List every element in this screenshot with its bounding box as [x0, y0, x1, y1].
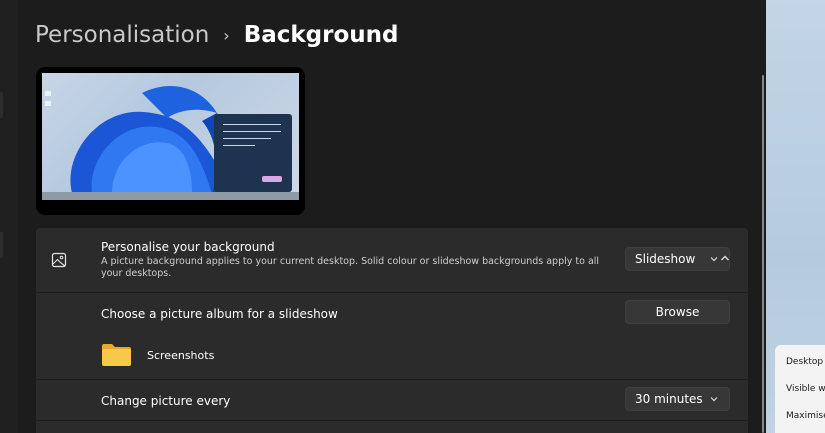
next-setting-card — [36, 421, 748, 433]
breadcrumb: Personalisation › Background — [35, 22, 399, 48]
settings-content: Personalisation › Background Personalise… — [18, 0, 766, 433]
background-description: A picture background applies to your cur… — [101, 256, 600, 279]
sidebar-item-marker[interactable] — [0, 92, 3, 118]
context-menu-item[interactable]: Visible wi — [786, 384, 825, 394]
breadcrumb-parent-link[interactable]: Personalisation — [35, 22, 209, 48]
album-label: Choose a picture album for a slideshow — [101, 307, 338, 321]
change-interval-dropdown[interactable]: 30 minutes — [625, 387, 730, 411]
picture-album-card: Choose a picture album for a slideshow B… — [36, 293, 748, 379]
image-icon — [51, 252, 67, 268]
chevron-down-icon — [710, 397, 718, 402]
change-picture-card: Change picture every 30 minutes — [36, 380, 748, 420]
change-picture-label: Change picture every — [101, 394, 231, 408]
background-title: Personalise your background — [101, 240, 275, 254]
preview-window — [214, 114, 292, 192]
context-menu-item[interactable]: Maximise — [786, 411, 825, 421]
desktop-preview — [36, 67, 305, 215]
album-folder-name[interactable]: Screenshots — [147, 349, 214, 362]
context-menu-item[interactable]: Desktop — [786, 357, 823, 367]
browse-button[interactable]: Browse — [625, 300, 730, 324]
background-type-dropdown[interactable]: Slideshow — [625, 247, 730, 271]
context-menu: Desktop Visible wi Maximise — [775, 345, 825, 433]
sidebar-edge — [0, 0, 18, 433]
preview-accent-button — [262, 176, 282, 182]
chevron-down-icon — [710, 257, 718, 262]
background-type-value: Slideshow — [635, 252, 696, 266]
preview-taskbar — [42, 192, 299, 200]
folder-icon — [102, 344, 131, 366]
page-title: Background — [243, 22, 399, 48]
preview-wallpaper — [42, 73, 299, 200]
breadcrumb-separator: › — [223, 25, 230, 45]
personalise-background-card[interactable]: Personalise your background A picture ba… — [36, 228, 748, 292]
scrollbar[interactable] — [762, 75, 764, 433]
chevron-up-icon[interactable] — [719, 252, 731, 264]
change-interval-value: 30 minutes — [635, 392, 703, 406]
sidebar-item-marker[interactable] — [0, 232, 3, 258]
